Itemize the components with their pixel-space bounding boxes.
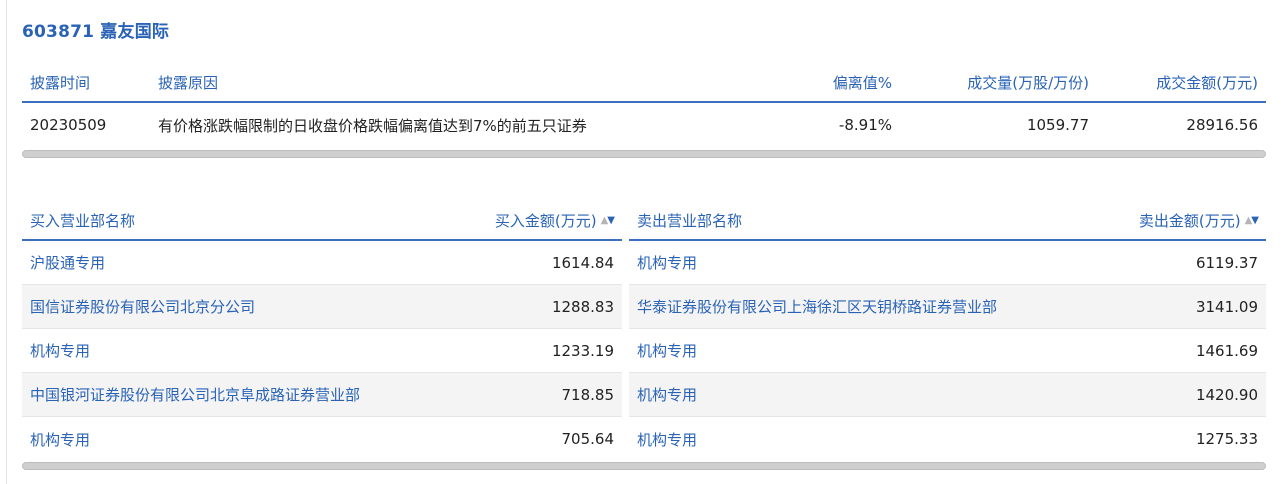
header-reason: 披露原因	[158, 73, 219, 92]
table-row: 沪股通专用 1614.84	[22, 241, 622, 285]
buy-amount: 1614.84	[551, 253, 614, 272]
sell-broker-link[interactable]: 华泰证券股份有限公司上海徐汇区天钥桥路证券营业部	[637, 296, 997, 317]
table-row: 中国银河证券股份有限公司北京阜成路证券营业部 718.85	[22, 373, 622, 417]
sort-icon[interactable]: ▲ ▼	[601, 215, 615, 226]
sell-amount: 3141.09	[1195, 297, 1258, 316]
disclosure-row: 20230509 有价格涨跌幅限制的日收盘价格跌幅偏离值达到7%的前五只证券 -…	[22, 103, 1266, 147]
table-row: 机构专用 705.64	[22, 417, 622, 461]
sell-header-amount: 卖出金额(万元)	[1138, 211, 1241, 230]
disclosure-amount: 28916.56	[1186, 116, 1258, 134]
sell-broker-link[interactable]: 机构专用	[637, 429, 697, 450]
sell-header-amount-sort[interactable]: 卖出金额(万元) ▲ ▼	[1138, 210, 1259, 231]
header-deviation: 偏离值%	[832, 73, 892, 92]
buy-broker-link[interactable]: 机构专用	[30, 429, 90, 450]
header-volume: 成交量(万股/万份)	[967, 73, 1089, 92]
disclosure-date: 20230509	[30, 116, 107, 134]
buy-amount: 705.64	[561, 430, 615, 448]
buy-broker-link[interactable]: 国信证券股份有限公司北京分公司	[30, 296, 255, 317]
buy-header-name: 买入营业部名称	[30, 211, 136, 230]
brokers-scrollbar[interactable]	[22, 462, 1266, 470]
buy-header-amount: 买入金额(万元)	[494, 211, 597, 230]
stock-title: 603871 嘉友国际	[22, 22, 170, 42]
table-row: 机构专用 1233.19	[22, 329, 622, 373]
table-row: 机构专用 1275.33	[629, 417, 1266, 461]
table-row: 机构专用 1461.69	[629, 329, 1266, 373]
sell-amount: 1461.69	[1195, 341, 1258, 360]
buy-table: 买入营业部名称 买入金额(万元) ▲ ▼ 沪股通专用 1614.84 国信证券股份…	[22, 201, 622, 461]
sell-amount: 1275.33	[1195, 430, 1258, 448]
header-amount: 成交金额(万元)	[1156, 73, 1258, 92]
sort-icon[interactable]: ▲ ▼	[1245, 215, 1259, 226]
table-row: 机构专用 1420.90	[629, 373, 1266, 417]
sell-table: 卖出营业部名称 卖出金额(万元) ▲ ▼ 机构专用 6119.37 华泰证券股份有…	[629, 201, 1266, 461]
disclosure-scrollbar[interactable]	[22, 150, 1266, 158]
buy-broker-link[interactable]: 沪股通专用	[30, 252, 105, 273]
sell-broker-link[interactable]: 机构专用	[637, 340, 697, 361]
buy-amount: 1288.83	[551, 297, 614, 316]
buy-broker-link[interactable]: 机构专用	[30, 340, 90, 361]
sell-amount: 1420.90	[1195, 385, 1258, 404]
disclosure-deviation: -8.91%	[838, 116, 892, 134]
disclosure-volume: 1059.77	[1026, 116, 1089, 134]
buy-amount: 718.85	[561, 385, 615, 404]
table-row: 机构专用 6119.37	[629, 241, 1266, 285]
sell-broker-link[interactable]: 机构专用	[637, 384, 697, 405]
buy-header-amount-sort[interactable]: 买入金额(万元) ▲ ▼	[494, 210, 615, 231]
left-border	[6, 0, 7, 484]
disclosure-table: 披露时间 披露原因 偏离值% 成交量(万股/万份) 成交金额(万元) 20230…	[22, 63, 1266, 147]
table-row: 华泰证券股份有限公司上海徐汇区天钥桥路证券营业部 3141.09	[629, 285, 1266, 329]
sell-amount: 6119.37	[1195, 253, 1258, 272]
table-row: 国信证券股份有限公司北京分公司 1288.83	[22, 285, 622, 329]
sell-header-row: 卖出营业部名称 卖出金额(万元) ▲ ▼	[629, 201, 1266, 241]
disclosure-reason: 有价格涨跌幅限制的日收盘价格跌幅偏离值达到7%的前五只证券	[158, 116, 587, 135]
sell-header-name: 卖出营业部名称	[637, 211, 743, 230]
buy-broker-link[interactable]: 中国银河证券股份有限公司北京阜成路证券营业部	[30, 384, 360, 405]
buy-header-row: 买入营业部名称 买入金额(万元) ▲ ▼	[22, 201, 622, 241]
buy-amount: 1233.19	[551, 341, 614, 360]
sell-broker-link[interactable]: 机构专用	[637, 252, 697, 273]
disclosure-header-row: 披露时间 披露原因 偏离值% 成交量(万股/万份) 成交金额(万元)	[22, 63, 1266, 103]
header-date: 披露时间	[30, 73, 91, 92]
